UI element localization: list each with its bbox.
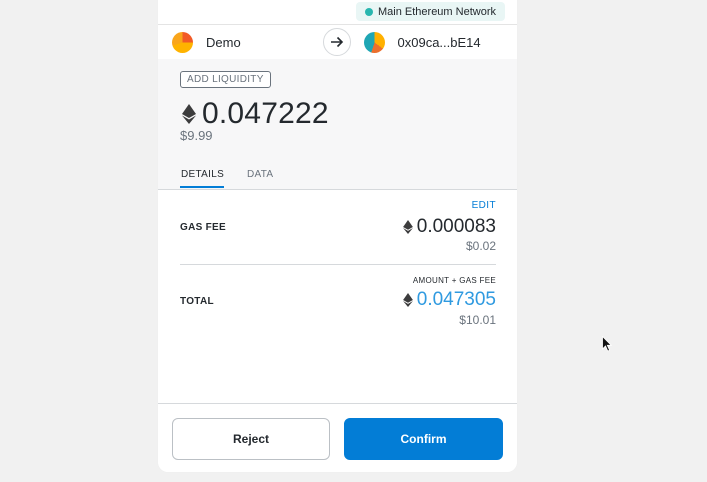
network-status-dot	[365, 7, 373, 16]
sender-account[interactable]: Demo	[158, 25, 338, 59]
gas-fee-fiat: $0.02	[465, 239, 496, 253]
tab-details[interactable]: DETAILS	[181, 169, 224, 180]
gas-fee-amount: 0.000083	[416, 216, 496, 237]
method-badge: ADD LIQUIDITY	[180, 71, 271, 88]
reject-button[interactable]: Reject	[172, 418, 330, 460]
tab-bar: DETAILS DATA	[158, 165, 517, 190]
total-label: TOTAL	[180, 296, 214, 307]
confirm-button[interactable]: Confirm	[344, 418, 503, 460]
total-value: 0.047305	[402, 289, 496, 311]
sender-recipient-row: Demo 0x09ca...bE14	[158, 24, 517, 60]
transaction-amount: 0.047222	[202, 97, 329, 130]
details-divider	[180, 264, 496, 265]
network-name: Main Ethereum Network	[378, 5, 496, 18]
network-row: Main Ethereum Network	[158, 0, 517, 24]
total-sublabel: AMOUNT + GAS FEE	[412, 276, 496, 285]
active-tab-indicator	[180, 186, 224, 188]
action-footer: Reject Confirm	[158, 403, 517, 472]
total-amount: 0.047305	[416, 289, 496, 310]
tab-data[interactable]: DATA	[247, 169, 273, 180]
eth-icon	[402, 220, 413, 234]
transaction-summary: ADD LIQUIDITY 0.047222 $9.99 DETAILS DAT…	[158, 59, 517, 190]
recipient-account[interactable]: 0x09ca...bE14	[338, 25, 518, 59]
sender-name: Demo	[206, 34, 241, 50]
amount-display: 0.047222	[182, 97, 329, 131]
total-fiat: $10.01	[459, 313, 496, 327]
arrow-right-icon	[323, 28, 351, 56]
confirm-transaction-popup: Main Ethereum Network Demo 0x09ca...bE14…	[158, 0, 517, 472]
transaction-fiat: $9.99	[180, 128, 213, 143]
mouse-cursor-icon	[602, 336, 612, 352]
edit-gas-link[interactable]: EDIT	[472, 200, 496, 211]
eth-icon	[182, 104, 196, 124]
gas-fee-label: GAS FEE	[180, 222, 226, 233]
sender-identicon-icon	[172, 31, 193, 53]
eth-icon	[402, 293, 413, 307]
recipient-identicon-icon	[363, 31, 385, 53]
network-badge[interactable]: Main Ethereum Network	[356, 2, 505, 21]
gas-fee-value: 0.000083	[402, 216, 496, 238]
recipient-address: 0x09ca...bE14	[397, 34, 481, 50]
